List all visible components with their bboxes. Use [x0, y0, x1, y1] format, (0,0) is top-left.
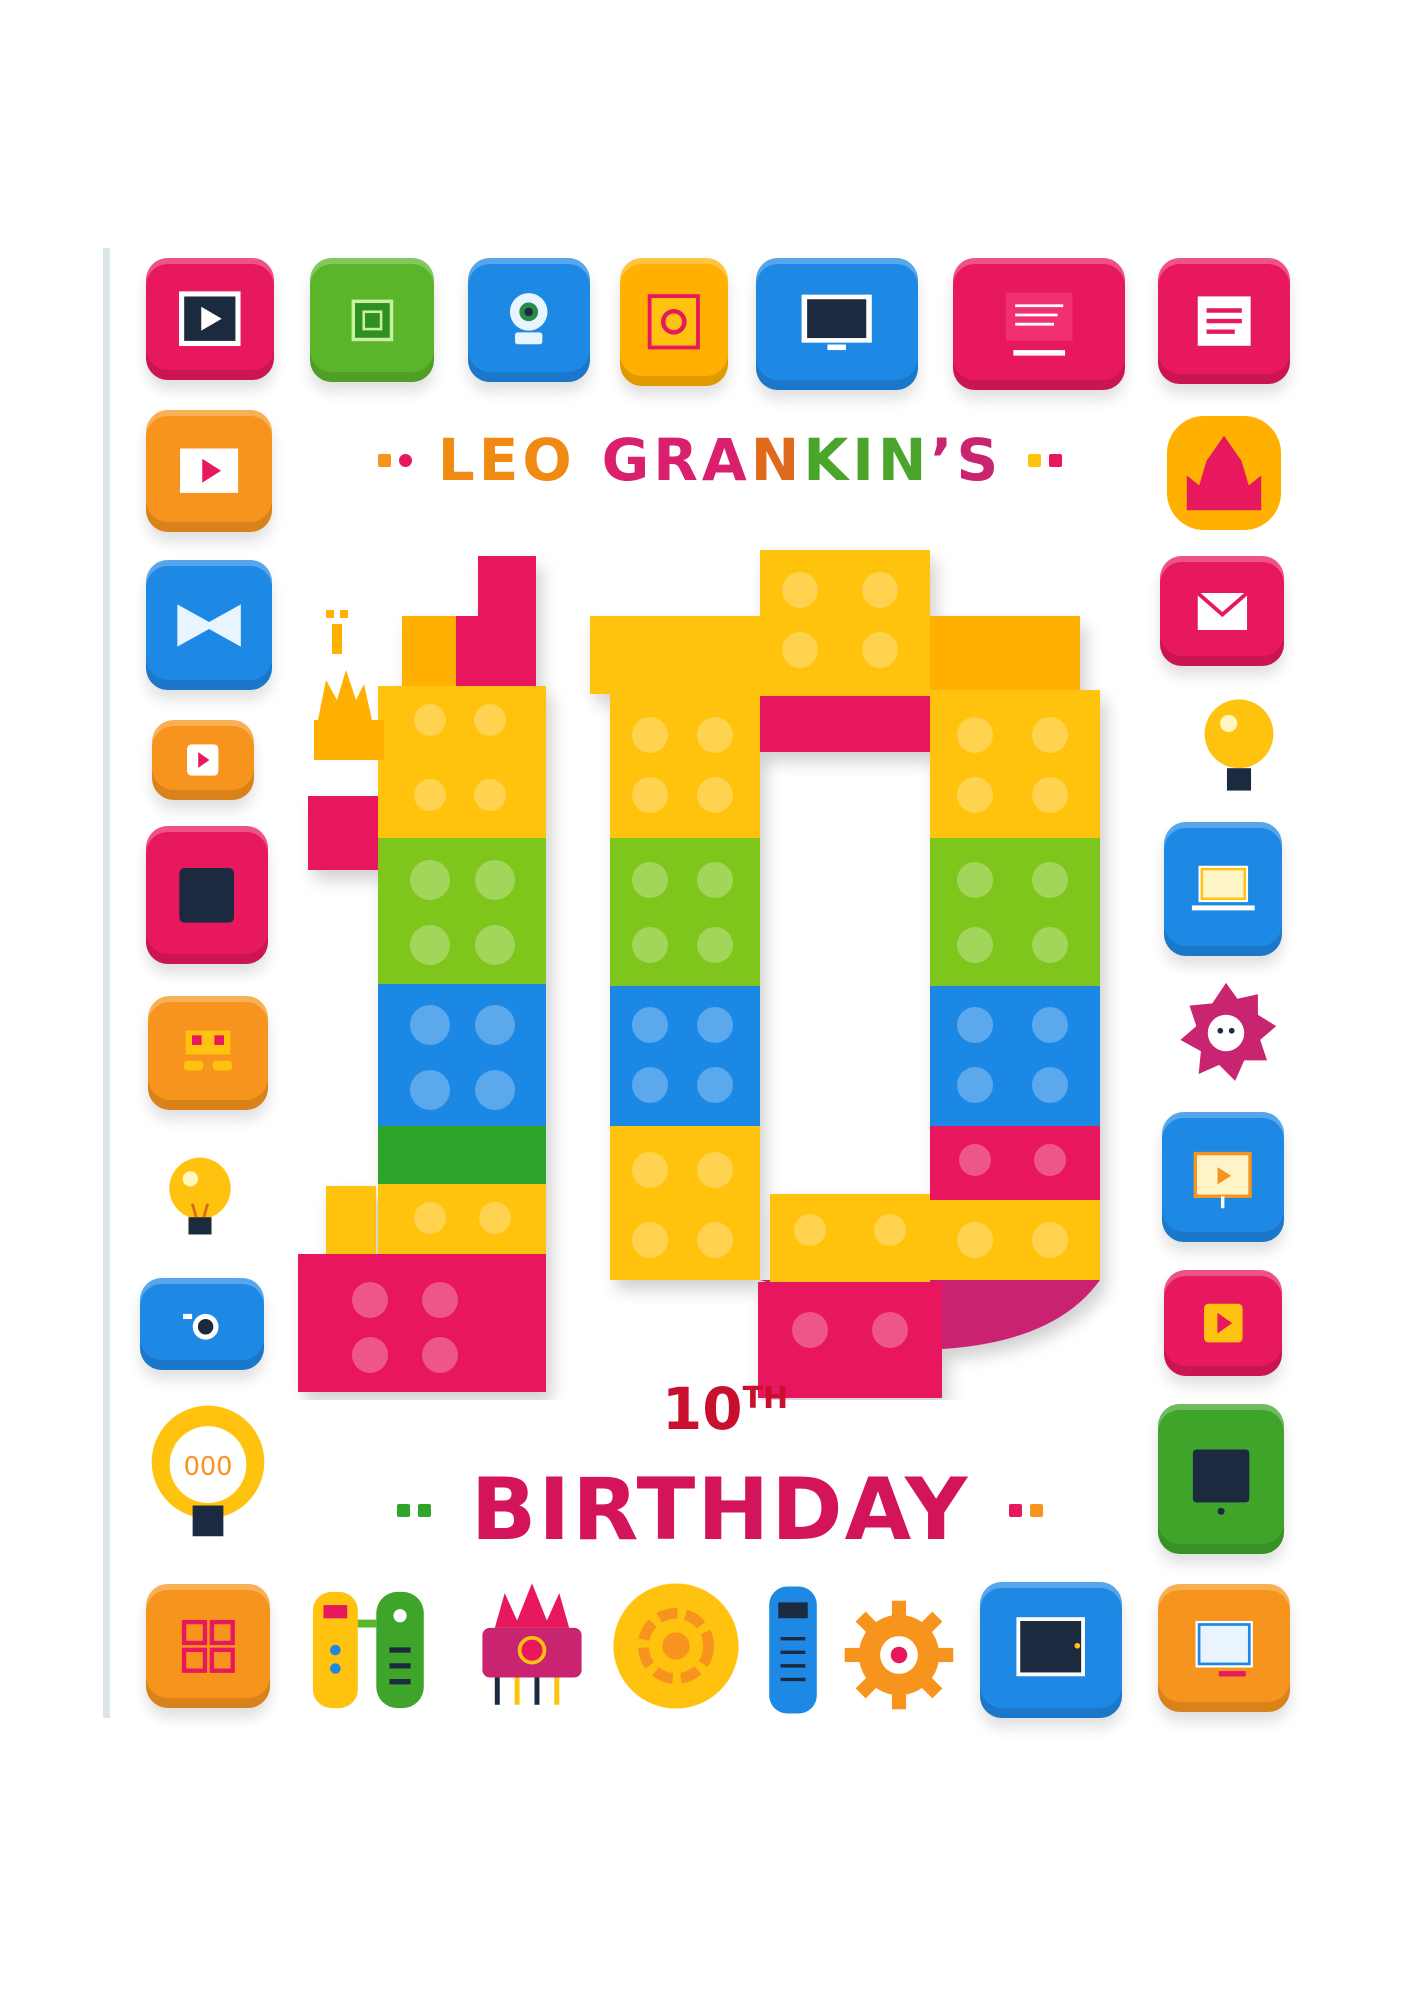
remote-controls-icon — [300, 1584, 442, 1716]
play-button-icon — [1164, 1270, 1282, 1376]
monitor-icon — [980, 1582, 1122, 1718]
name-heading: LEO GRANKIN’S — [340, 425, 1100, 495]
lightbulb-large-icon: 000 — [144, 1398, 272, 1558]
note-icon — [1158, 258, 1290, 384]
tablet-icon — [146, 826, 268, 964]
decorative-dots — [377, 453, 412, 467]
ordinal-suffix: TH — [742, 1381, 789, 1416]
birthday-heading: BIRTHDAY — [340, 1455, 1100, 1565]
chip-icon — [310, 258, 434, 382]
phone-remote-icon — [764, 1582, 822, 1718]
tablet-icon — [1158, 1404, 1284, 1554]
castle-icon — [1162, 410, 1286, 536]
crown-robot-icon — [470, 1574, 594, 1714]
document-screen-icon — [953, 258, 1125, 390]
decorative-dots — [1028, 453, 1063, 467]
play-button-icon — [152, 720, 254, 800]
gear-coin-icon — [608, 1578, 744, 1714]
decorative-dots — [396, 1503, 431, 1517]
svg-text:000: 000 — [184, 1452, 233, 1482]
robot-face-icon — [148, 996, 268, 1110]
decorative-dots — [1009, 1503, 1044, 1517]
laptop-icon — [1164, 822, 1282, 956]
circuit-board-icon — [146, 1584, 270, 1708]
screen-icon — [1158, 1584, 1290, 1712]
gear-creature-icon — [1168, 976, 1284, 1090]
monitor-icon — [756, 258, 918, 390]
lego-number-ten — [290, 550, 1150, 1400]
event-title: BIRTHDAY — [470, 1460, 970, 1560]
lightbulb-icon — [1196, 690, 1282, 806]
target-box-icon — [620, 258, 728, 386]
bowtie-icon — [146, 560, 272, 690]
ordinal-label: 10TH — [650, 1375, 800, 1443]
lightbulb-icon — [152, 1142, 248, 1254]
video-play-icon — [146, 410, 272, 532]
play-screen-icon — [146, 258, 274, 380]
camera-icon — [140, 1278, 264, 1370]
first-name: LEO — [437, 426, 576, 494]
presentation-icon — [1162, 1112, 1284, 1242]
webcam-icon — [468, 258, 590, 382]
mail-icon — [1160, 556, 1284, 666]
ordinal-number: 10 — [661, 1375, 743, 1443]
gear-icon — [840, 1596, 958, 1714]
left-edge-line — [103, 248, 110, 1718]
last-name: GRANKIN’S — [601, 426, 1003, 494]
